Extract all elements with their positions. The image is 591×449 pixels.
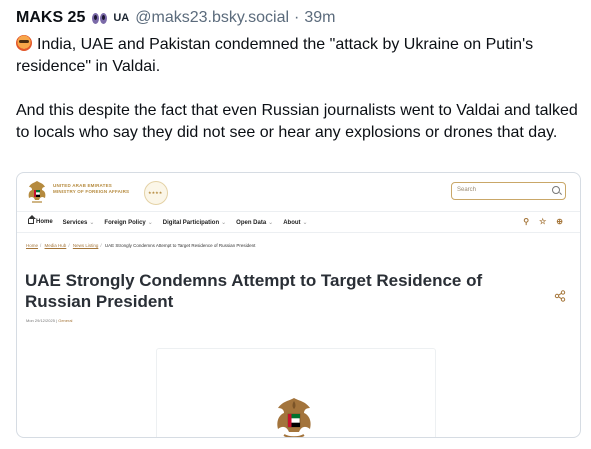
nav-home-label: Home: [36, 219, 53, 225]
breadcrumb-news-listing[interactable]: News Listing: [73, 243, 99, 248]
seal-logo: [144, 181, 168, 205]
link-preview-card[interactable]: UNITED ARAB EMIRATES MINISTRY OF FOREIGN…: [16, 172, 581, 438]
chevron-down-icon: ⌄: [147, 219, 153, 226]
uae-emblem-icon: [277, 398, 311, 437]
chevron-down-icon: ⌄: [89, 219, 95, 226]
site-header: UNITED ARAB EMIRATES MINISTRY OF FOREIGN…: [17, 173, 580, 209]
nav-open-data[interactable]: Open Data ⌄: [236, 219, 273, 226]
nav-digital-participation[interactable]: Digital Participation ⌄: [163, 219, 226, 226]
post-timestamp[interactable]: 39m: [304, 9, 335, 27]
user-icon[interactable]: ⚲: [523, 217, 529, 226]
post: MAKS 25 UA @maks23.bsky.social · 39m Ind…: [16, 6, 584, 166]
article-date: Mon 29/12/2025: [26, 318, 55, 323]
post-paragraph-1: India, UAE and Pakistan condemned the "a…: [16, 36, 534, 75]
post-header: MAKS 25 UA @maks23.bsky.social · 39m: [16, 6, 584, 30]
post-paragraph-2: And this despite the fact that even Russ…: [16, 102, 578, 141]
chevron-down-icon: ⌄: [221, 219, 227, 226]
nav-services[interactable]: Services ⌄: [63, 219, 95, 226]
breadcrumb-media-hub[interactable]: Media Hub: [45, 243, 67, 248]
breadcrumb-home[interactable]: Home: [26, 243, 38, 248]
header-separator: ·: [294, 9, 300, 26]
home-icon: [28, 215, 36, 224]
article-meta: Mon 29/12/2025 | General: [26, 318, 72, 323]
chevron-down-icon: ⌄: [268, 219, 274, 226]
nav-services-label: Services: [62, 219, 88, 226]
author-handle[interactable]: @maks23.bsky.social: [135, 9, 289, 27]
nav-digital-participation-label: Digital Participation: [162, 219, 220, 226]
nav-home[interactable]: Home: [28, 215, 53, 225]
uae-emblem-icon: [28, 181, 46, 203]
site-nav: Home Services ⌄ Foreign Policy ⌄ Digital P…: [17, 211, 580, 233]
ministry-line-2: MINISTRY OF FOREIGN AFFAIRS: [53, 189, 130, 194]
nav-foreign-policy-label: Foreign Policy: [104, 219, 146, 226]
breadcrumb: Home / Media Hub / News Listing / UAE Stron…: [26, 243, 256, 248]
flag-text: UA: [113, 12, 130, 24]
share-icon[interactable]: [554, 290, 566, 302]
nav-icons: ⚲ ☆ ⊕: [523, 217, 563, 226]
nav-about[interactable]: About ⌄: [283, 219, 307, 226]
meta-separator: |: [56, 318, 58, 323]
hot-face-icon: [16, 35, 32, 51]
nav-open-data-label: Open Data: [236, 219, 267, 226]
author-name[interactable]: MAKS 25: [16, 9, 85, 27]
search-icon[interactable]: [552, 186, 560, 194]
nav-foreign-policy[interactable]: Foreign Policy ⌄: [104, 219, 152, 226]
globe-icon[interactable]: ⊕: [556, 217, 563, 226]
ministry-name: UNITED ARAB EMIRATES MINISTRY OF FOREIGN…: [53, 183, 129, 195]
article-category[interactable]: General: [58, 318, 72, 323]
chevron-down-icon: ⌄: [302, 219, 308, 226]
nav-about-label: About: [283, 219, 301, 226]
post-text: India, UAE and Pakistan condemned the "a…: [16, 34, 584, 144]
article-title: UAE Strongly Condemns Attempt to Target …: [25, 271, 483, 311]
eyes-icon: [92, 12, 108, 24]
breadcrumb-current: UAE Strongly Condemns Attempt to Target …: [104, 243, 256, 248]
star-icon[interactable]: ☆: [539, 217, 546, 226]
search-input[interactable]: Search: [451, 182, 566, 200]
search-placeholder: Search: [457, 187, 477, 193]
post-paragraph: India, UAE and Pakistan condemned the "a…: [16, 34, 584, 78]
